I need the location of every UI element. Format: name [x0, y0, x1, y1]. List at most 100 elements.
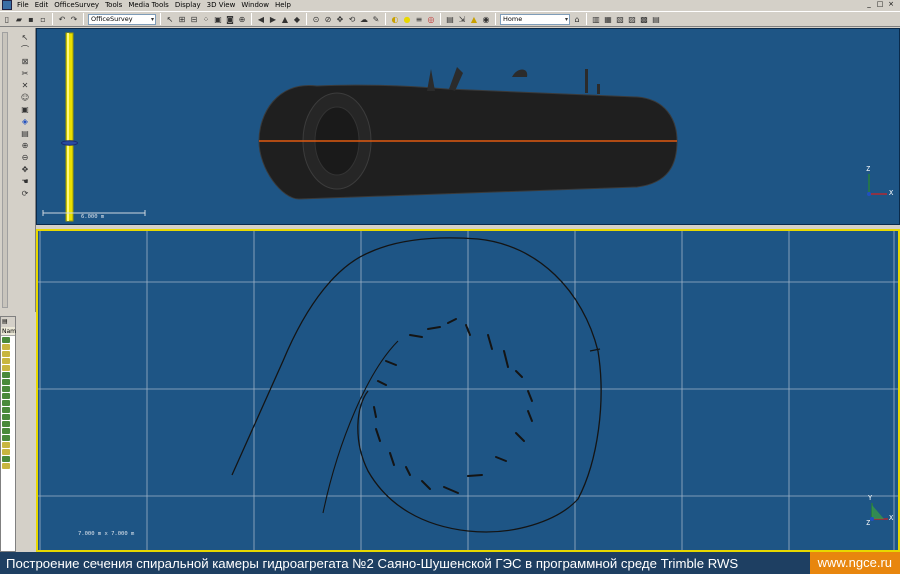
view-back-icon[interactable]: ▶: [268, 14, 278, 24]
tree-item[interactable]: [2, 400, 10, 406]
cloud-icon[interactable]: ☁: [359, 14, 369, 24]
tree-item[interactable]: [2, 428, 10, 434]
minimize-button[interactable]: _: [864, 0, 874, 9]
menu-3d-view[interactable]: 3D View: [204, 0, 239, 11]
undo-icon[interactable]: ↶: [57, 14, 67, 24]
orbit-icon[interactable]: ⟳: [20, 188, 30, 198]
menu-display[interactable]: Display: [172, 0, 204, 11]
person-icon[interactable]: ☺: [20, 92, 30, 102]
site-link[interactable]: www.ngce.ru: [809, 552, 900, 574]
box-icon[interactable]: ▣: [20, 104, 30, 114]
restore-button[interactable]: □: [875, 0, 885, 9]
ruler-icon[interactable]: ✎: [371, 14, 381, 24]
move-icon[interactable]: ✥: [20, 164, 30, 174]
open-icon[interactable]: ▰: [14, 14, 24, 24]
stay-vane: [405, 466, 411, 476]
zoom-out-icon[interactable]: ⊖: [20, 152, 30, 162]
layout-3-icon[interactable]: ▧: [615, 14, 625, 24]
stay-vane: [487, 334, 493, 350]
link-icon[interactable]: ⊕: [237, 14, 247, 24]
side-view-viewport[interactable]: 6.000 m Z X: [36, 28, 900, 225]
points-icon[interactable]: ⁘: [201, 14, 211, 24]
select-icon[interactable]: ↖: [165, 14, 175, 24]
style-icon[interactable]: ▲: [469, 14, 479, 24]
menu-media-tools[interactable]: Media Tools: [125, 0, 172, 11]
view-iso-icon[interactable]: ◆: [292, 14, 302, 24]
tree-item[interactable]: [2, 358, 10, 364]
zoom-in-icon[interactable]: ⊕: [20, 140, 30, 150]
delete-icon[interactable]: ✕: [20, 80, 30, 90]
tree-item[interactable]: [2, 386, 10, 392]
stay-vane: [495, 456, 507, 462]
toolbar-separator: [385, 13, 386, 25]
export-icon[interactable]: ⇲: [457, 14, 467, 24]
filter-icon[interactable]: ◎: [426, 14, 436, 24]
pointer-icon[interactable]: ↖: [20, 32, 30, 42]
layout-6-icon[interactable]: ▤: [651, 14, 661, 24]
pan-icon[interactable]: ✥: [335, 14, 345, 24]
user-icon[interactable]: ◉: [481, 14, 491, 24]
toolbar-separator: [52, 13, 53, 25]
cut-icon[interactable]: ✂: [20, 68, 30, 78]
close-button[interactable]: ×: [886, 0, 896, 9]
save-icon[interactable]: ▪: [26, 14, 36, 24]
tree-item[interactable]: [2, 442, 10, 448]
layout-1-icon[interactable]: ▥: [591, 14, 601, 24]
view-top-icon[interactable]: ▲: [280, 14, 290, 24]
print-icon[interactable]: ▫: [38, 14, 48, 24]
layers-icon[interactable]: ≡: [414, 14, 424, 24]
measure-icon[interactable]: ⊞: [177, 14, 187, 24]
menu-tools[interactable]: Tools: [102, 0, 125, 11]
project-tree-panel: ▤ Nam: [0, 316, 16, 552]
tree-item[interactable]: [2, 407, 10, 413]
redo-icon[interactable]: ↷: [69, 14, 79, 24]
plan-view-viewport[interactable]: 7.000 m x 7.000 m Y Z X: [36, 229, 900, 552]
hand-icon[interactable]: ☚: [20, 176, 30, 186]
tree-item[interactable]: [2, 344, 10, 350]
layout-4-icon[interactable]: ▨: [627, 14, 637, 24]
menu-edit[interactable]: Edit: [32, 0, 52, 11]
tree-item[interactable]: [2, 456, 10, 462]
project-combo[interactable]: OfficeSurvey ▾: [88, 13, 156, 25]
document-icon[interactable]: ▤: [445, 14, 455, 24]
top-structure: [427, 69, 435, 91]
view-combo[interactable]: Home ▾: [500, 13, 570, 25]
rotate-icon[interactable]: ⟲: [347, 14, 357, 24]
menu-file[interactable]: File: [14, 0, 32, 11]
tree-item[interactable]: [2, 393, 10, 399]
stay-vane: [515, 432, 525, 442]
tree-item[interactable]: [2, 421, 10, 427]
tree-item[interactable]: [2, 337, 10, 343]
home-icon[interactable]: ⌂: [572, 14, 582, 24]
layout-5-icon[interactable]: ▩: [639, 14, 649, 24]
tree-item[interactable]: [2, 379, 10, 385]
tree-item[interactable]: [2, 365, 10, 371]
fence-icon[interactable]: ⊠: [20, 56, 30, 66]
tree-item[interactable]: [2, 414, 10, 420]
camera-icon[interactable]: ◙: [225, 14, 235, 24]
tree-item[interactable]: [2, 372, 10, 378]
tree-item[interactable]: [2, 435, 10, 441]
menu-window[interactable]: Window: [238, 0, 272, 11]
menu-officesurvey[interactable]: OfficeSurvey: [51, 0, 102, 11]
section-slider-handle[interactable]: [61, 140, 78, 146]
image-icon[interactable]: ▣: [213, 14, 223, 24]
view-front-icon[interactable]: ◀: [256, 14, 266, 24]
chart-icon[interactable]: ▤: [20, 128, 30, 138]
new-icon[interactable]: ▯: [2, 14, 12, 24]
tree-item[interactable]: [2, 449, 10, 455]
lasso-icon[interactable]: ⌒: [20, 44, 30, 54]
menu-help[interactable]: Help: [272, 0, 294, 11]
column-header-name[interactable]: Nam: [1, 327, 16, 336]
grid-icon[interactable]: ⊟: [189, 14, 199, 24]
fit-icon[interactable]: ⊙: [311, 14, 321, 24]
left-scrollbar[interactable]: [2, 32, 8, 308]
zoom-icon[interactable]: ⊘: [323, 14, 333, 24]
layout-2-icon[interactable]: ▦: [603, 14, 613, 24]
tree-item[interactable]: [2, 463, 10, 469]
color-icon[interactable]: ◐: [390, 14, 400, 24]
target-icon[interactable]: ◈: [20, 116, 30, 126]
stay-vane: [421, 480, 431, 490]
tree-item[interactable]: [2, 351, 10, 357]
light-icon[interactable]: ●: [402, 14, 412, 24]
